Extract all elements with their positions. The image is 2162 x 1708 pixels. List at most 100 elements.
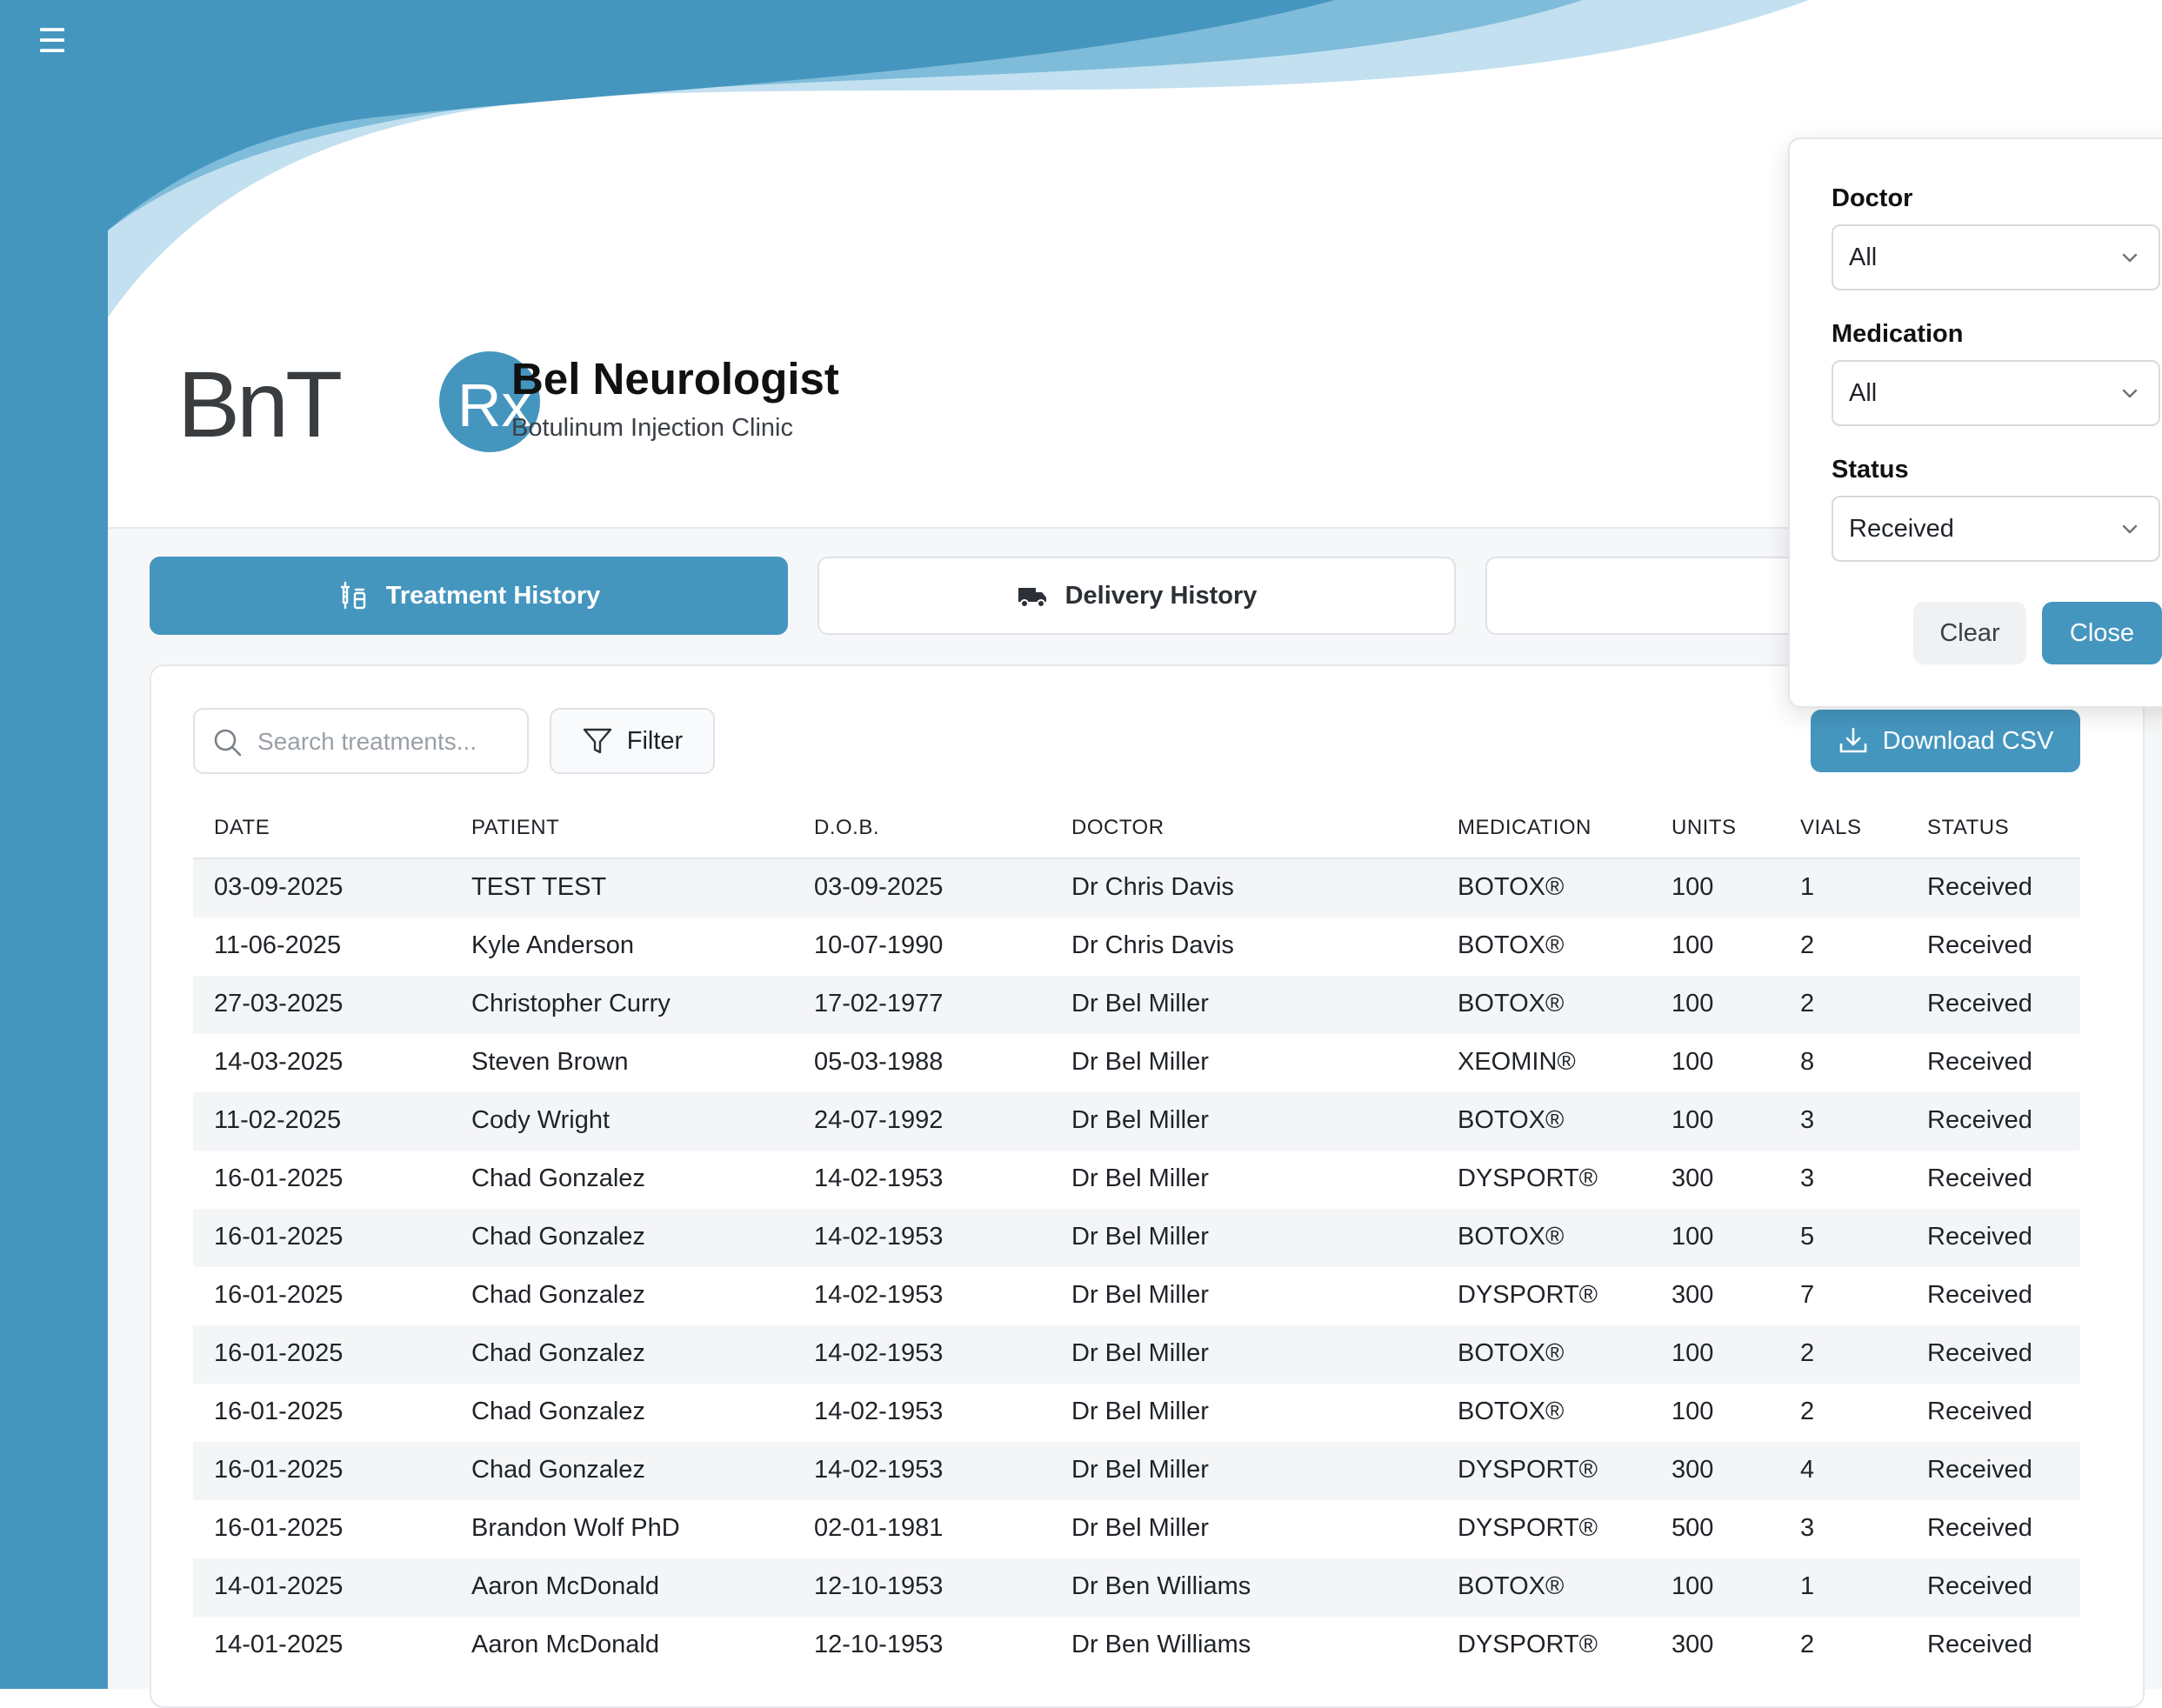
- cell-patient: Kyle Anderson: [471, 931, 635, 959]
- truck-icon: [1018, 588, 1046, 608]
- cell-vials: 2: [1800, 1339, 1815, 1367]
- download-csv-button[interactable]: Download CSV: [1811, 710, 2080, 772]
- cell-medication: BOTOX®: [1458, 1339, 1565, 1367]
- cell-medication: BOTOX®: [1458, 990, 1565, 1017]
- treatments-table: DATE PATIENT D.O.B. DOCTOR MEDICATION UN…: [193, 800, 2080, 1675]
- search-input[interactable]: [256, 710, 520, 774]
- cell-vials: 8: [1800, 1048, 1815, 1076]
- cell-dob: 14-02-1953: [814, 1164, 944, 1192]
- column-header-date[interactable]: DATE: [214, 816, 270, 840]
- cell-medication: DYSPORT®: [1458, 1281, 1598, 1309]
- table-row[interactable]: 14-03-2025 Steven Brown 05-03-1988 Dr Bel M…: [193, 1034, 2080, 1092]
- main-area: BnT Rx Bel Neurologist Botulinum Injecti…: [108, 0, 2162, 1708]
- tab-label: Treatment History: [385, 581, 601, 610]
- cell-units: 300: [1672, 1631, 1714, 1658]
- doctor-select-value: All: [1849, 244, 1878, 271]
- cell-dob: 05-03-1988: [814, 1048, 944, 1076]
- cell-dob: 02-01-1981: [814, 1514, 944, 1542]
- status-filter-label: Status: [1832, 456, 1909, 484]
- table-row[interactable]: 11-02-2025 Cody Wright 24-07-1992 Dr Bel Mi…: [193, 1092, 2080, 1151]
- cell-date: 03-09-2025: [214, 873, 344, 901]
- table-row[interactable]: 16-01-2025 Chad Gonzalez 14-02-1953 Dr Bel …: [193, 1267, 2080, 1325]
- table-row[interactable]: 14-01-2025 Aaron McDonald 12-10-1953 Dr Ben…: [193, 1617, 2080, 1675]
- cell-doctor: Dr Bel Miller: [1071, 1106, 1209, 1134]
- medication-filter-label: Medication: [1832, 320, 1964, 348]
- cell-status: Received: [1927, 1456, 2032, 1484]
- clear-filters-button[interactable]: Clear: [1913, 602, 2026, 664]
- column-header-patient[interactable]: PATIENT: [471, 816, 559, 840]
- status-select[interactable]: Received: [1832, 496, 2160, 562]
- cell-patient: Aaron McDonald: [471, 1631, 659, 1658]
- cell-doctor: Dr Bel Miller: [1071, 1456, 1209, 1484]
- cell-date: 16-01-2025: [214, 1223, 344, 1251]
- hamburger-menu-icon[interactable]: ☰: [37, 25, 68, 58]
- cell-vials: 5: [1800, 1223, 1815, 1251]
- table-row[interactable]: 16-01-2025 Chad Gonzalez 14-02-1953 Dr Bel …: [193, 1325, 2080, 1384]
- doctor-select[interactable]: All: [1832, 224, 2160, 290]
- column-header-dob[interactable]: D.O.B.: [814, 816, 879, 840]
- cell-status: Received: [1927, 1572, 2032, 1600]
- cell-vials: 2: [1800, 1631, 1815, 1658]
- clinic-name: Bel Neurologist: [511, 354, 839, 404]
- syringe-vial-icon: [340, 581, 365, 610]
- cell-patient: Cody Wright: [471, 1106, 611, 1134]
- cell-status: Received: [1927, 931, 2032, 959]
- table-row[interactable]: 16-01-2025 Brandon Wolf PhD 02-01-1981 Dr B…: [193, 1500, 2080, 1558]
- tab-label: Delivery History: [1064, 581, 1258, 610]
- medication-select[interactable]: All: [1832, 360, 2160, 426]
- cell-doctor: Dr Bel Miller: [1071, 1514, 1209, 1542]
- cell-vials: 4: [1800, 1456, 1815, 1484]
- filter-label: Filter: [626, 726, 684, 755]
- table-row[interactable]: 11-06-2025 Kyle Anderson 10-07-1990 Dr Chri…: [193, 917, 2080, 976]
- table-row[interactable]: 03-09-2025 TEST TEST 03-09-2025 Dr Chris Da…: [193, 859, 2080, 917]
- table-row[interactable]: 16-01-2025 Chad Gonzalez 14-02-1953 Dr Bel …: [193, 1384, 2080, 1442]
- cell-units: 100: [1672, 1048, 1714, 1076]
- cell-patient: Steven Brown: [471, 1048, 629, 1076]
- search-field[interactable]: [193, 708, 529, 774]
- cell-status: Received: [1927, 1048, 2032, 1076]
- cell-patient: Chad Gonzalez: [471, 1281, 645, 1309]
- cell-date: 11-06-2025: [214, 931, 342, 959]
- table-row[interactable]: 16-01-2025 Chad Gonzalez 14-02-1953 Dr Bel …: [193, 1442, 2080, 1500]
- filter-button[interactable]: Filter: [550, 708, 715, 774]
- cell-status: Received: [1927, 1398, 2032, 1425]
- cell-units: 100: [1672, 1106, 1714, 1134]
- chevron-down-icon: [2122, 389, 2138, 398]
- cell-dob: 03-09-2025: [814, 873, 944, 901]
- table-row[interactable]: 16-01-2025 Chad Gonzalez 14-02-1953 Dr Bel …: [193, 1209, 2080, 1267]
- cell-doctor: Dr Bel Miller: [1071, 1339, 1209, 1367]
- cell-medication: BOTOX®: [1458, 1398, 1565, 1425]
- cell-date: 11-02-2025: [214, 1106, 342, 1134]
- tab-delivery-history[interactable]: Delivery History: [817, 557, 1456, 635]
- cell-date: 16-01-2025: [214, 1281, 344, 1309]
- cell-dob: 14-02-1953: [814, 1281, 944, 1309]
- column-header-vials[interactable]: VIALS: [1800, 816, 1862, 840]
- cell-medication: DYSPORT®: [1458, 1631, 1598, 1658]
- cell-medication: BOTOX®: [1458, 931, 1565, 959]
- table-row[interactable]: 16-01-2025 Chad Gonzalez 14-02-1953 Dr Bel …: [193, 1151, 2080, 1209]
- status-select-value: Received: [1849, 515, 1954, 543]
- cell-units: 100: [1672, 1339, 1714, 1367]
- cell-status: Received: [1927, 990, 2032, 1017]
- cell-medication: BOTOX®: [1458, 1572, 1565, 1600]
- cell-units: 100: [1672, 990, 1714, 1017]
- cell-medication: DYSPORT®: [1458, 1456, 1598, 1484]
- column-header-medication[interactable]: MEDICATION: [1458, 816, 1591, 840]
- cell-dob: 17-02-1977: [814, 990, 944, 1017]
- tab-treatment-history[interactable]: Treatment History: [150, 557, 788, 635]
- table-row[interactable]: 14-01-2025 Aaron McDonald 12-10-1953 Dr Ben…: [193, 1558, 2080, 1617]
- cell-date: 14-03-2025: [214, 1048, 344, 1076]
- cell-status: Received: [1927, 1339, 2032, 1367]
- cell-status: Received: [1927, 1281, 2032, 1309]
- filter-popover: Doctor All Medication All Status Receive…: [1788, 137, 2162, 708]
- search-icon: [214, 729, 242, 757]
- table-row[interactable]: 27-03-2025 Christopher Curry 17-02-1977 Dr …: [193, 976, 2080, 1034]
- close-filters-button[interactable]: Close: [2042, 602, 2162, 664]
- cell-patient: Aaron McDonald: [471, 1572, 659, 1600]
- cell-vials: 3: [1800, 1514, 1815, 1542]
- column-header-doctor[interactable]: DOCTOR: [1071, 816, 1164, 840]
- cell-dob: 14-02-1953: [814, 1398, 944, 1425]
- column-header-status[interactable]: STATUS: [1927, 816, 2009, 840]
- column-header-units[interactable]: UNITS: [1672, 816, 1737, 840]
- cell-dob: 10-07-1990: [814, 931, 944, 959]
